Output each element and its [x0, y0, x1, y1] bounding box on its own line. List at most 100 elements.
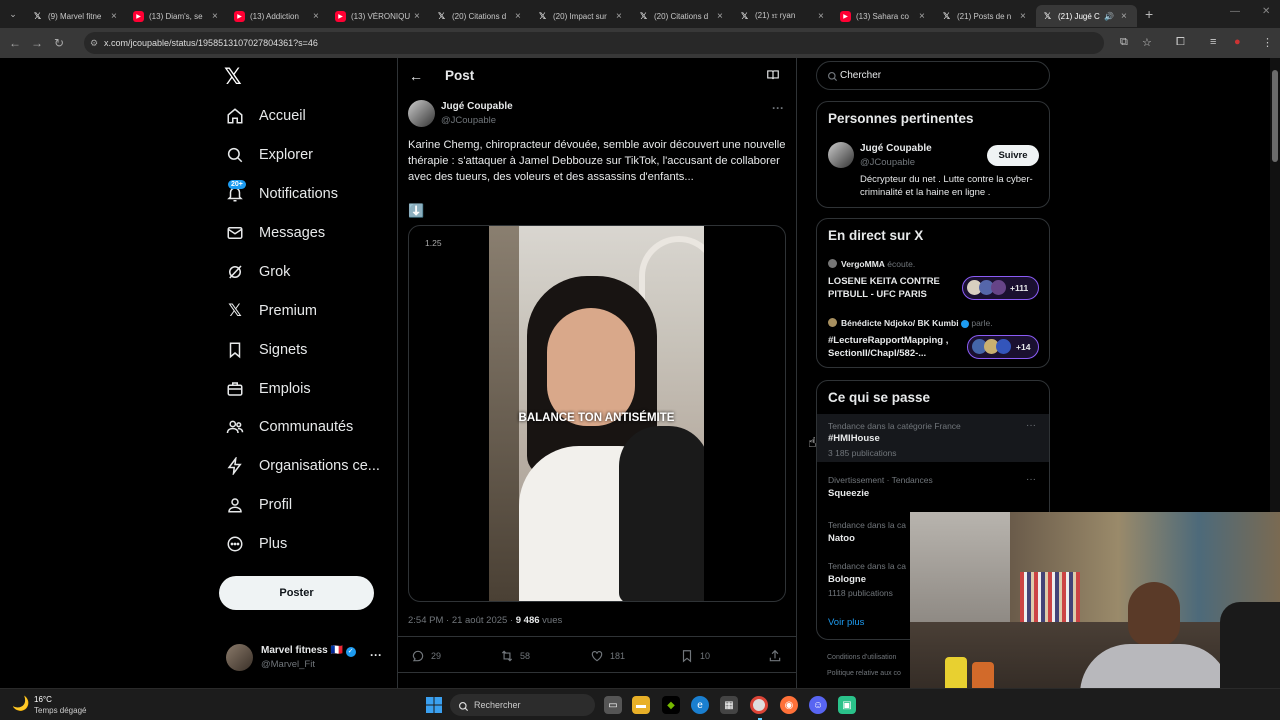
show-more-link[interactable]: Voir plus: [828, 617, 864, 628]
task-view-icon[interactable]: ▭: [604, 696, 622, 714]
profile-icon[interactable]: ●: [1234, 36, 1241, 48]
media-control-icon[interactable]: ≡: [1210, 36, 1216, 48]
sidebar-item-emplois[interactable]: Emplois: [218, 372, 311, 406]
post-more-icon[interactable]: ···: [772, 101, 784, 115]
browser-tab-active[interactable]: 𝕏 (21) Jugé C 🔊 ×: [1036, 5, 1137, 27]
discord-icon[interactable]: ☺: [809, 696, 827, 714]
browser-tab[interactable]: 𝕏 (21) Posts de n ×: [935, 5, 1036, 27]
scrollbar-thumb[interactable]: [1272, 70, 1278, 162]
chrome-icon[interactable]: [750, 696, 768, 714]
weather-temp[interactable]: 16°C: [34, 695, 52, 704]
footer-link[interactable]: Conditions d'utilisation: [827, 654, 896, 661]
close-tab-icon[interactable]: ×: [818, 11, 828, 22]
browser-tab[interactable]: 𝕏 (20) Citations d ×: [430, 5, 531, 27]
sidebar-item-grok[interactable]: Grok: [218, 255, 290, 289]
taskbar-search-input[interactable]: Rechercher: [474, 700, 521, 710]
back-arrow-icon[interactable]: ←: [409, 68, 423, 84]
repost-button[interactable]: 58: [500, 648, 530, 664]
search-box[interactable]: Chercher: [816, 61, 1050, 90]
tab-search-icon[interactable]: ⌄: [0, 0, 26, 28]
post-timestamp[interactable]: 2:54 PM · 21 août 2025 ·: [408, 615, 516, 626]
menu-kebab-icon[interactable]: ⋮: [1262, 36, 1273, 49]
search-input[interactable]: Chercher: [840, 70, 881, 81]
taskbar-search[interactable]: Rechercher: [450, 694, 595, 716]
sidebar-item-premium[interactable]: 𝕏 Premium: [218, 294, 317, 328]
browser-tab[interactable]: ▶ (13) Addiction ×: [228, 5, 329, 27]
forward-arrow-icon[interactable]: →: [26, 36, 48, 50]
file-explorer-icon[interactable]: ▬: [632, 696, 650, 714]
sidebar-item-plus[interactable]: Plus: [218, 527, 287, 561]
close-tab-icon[interactable]: ×: [919, 11, 929, 22]
x-logo-icon[interactable]: 𝕏: [224, 66, 246, 88]
close-tab-icon[interactable]: ×: [515, 11, 525, 22]
browser-tab[interactable]: ▶ (13) Sahara co ×: [834, 5, 935, 27]
trend-item[interactable]: Divertissement · Tendances Squeezie ···: [817, 471, 1049, 507]
close-tab-icon[interactable]: ×: [1020, 11, 1030, 22]
firefox-icon[interactable]: ◉: [780, 696, 798, 714]
person-name[interactable]: Jugé Coupable: [860, 143, 932, 154]
live-space-item[interactable]: Bénédicte Ndjoko/ BK Kumbi parle. #Lectu…: [817, 314, 1049, 366]
weather-icon[interactable]: 🌙: [12, 695, 29, 712]
reply-button[interactable]: 29: [411, 648, 441, 664]
author-name[interactable]: Jugé Coupable: [441, 101, 513, 112]
author-avatar[interactable]: [408, 100, 435, 127]
browser-tab[interactable]: 𝕏 (21) 𝔵𝔯 ryan ×: [733, 5, 834, 27]
star-icon[interactable]: ☆: [1142, 36, 1152, 49]
trend-item[interactable]: Tendance dans la catégorie France #HMIHo…: [817, 414, 1049, 462]
author-handle[interactable]: @JCoupable: [441, 115, 496, 126]
post-button[interactable]: Poster: [219, 576, 374, 610]
site-info-icon[interactable]: ⚙: [90, 32, 98, 54]
close-tab-icon[interactable]: ×: [717, 11, 727, 22]
browser-tab[interactable]: 𝕏 (9) Marvel fitne ×: [26, 5, 127, 27]
new-tab-button[interactable]: +: [1145, 6, 1153, 22]
more-dots-icon[interactable]: ···: [1026, 474, 1036, 485]
close-tab-icon[interactable]: ×: [111, 11, 121, 22]
sidebar-item-signets[interactable]: Signets: [218, 333, 307, 367]
close-window-icon[interactable]: ✕: [1262, 6, 1270, 17]
close-tab-icon[interactable]: ×: [616, 11, 626, 22]
close-tab-icon[interactable]: ×: [313, 11, 323, 22]
more-dots-icon[interactable]: ···: [1026, 420, 1036, 431]
windows-start-icon[interactable]: [425, 696, 443, 714]
live-listeners-pill[interactable]: +111: [962, 276, 1039, 300]
weather-desc[interactable]: Temps dégagé: [34, 706, 86, 715]
follow-button[interactable]: Suivre: [987, 145, 1039, 166]
browser-tab[interactable]: 𝕏 (20) Citations d ×: [632, 5, 733, 27]
sidebar-item-accueil[interactable]: Accueil: [218, 99, 306, 133]
install-app-icon[interactable]: ⧉: [1120, 36, 1128, 49]
sidebar-item-messages[interactable]: Messages: [218, 216, 325, 250]
speaker-icon[interactable]: 🔊: [1104, 12, 1114, 21]
share-button[interactable]: [768, 648, 782, 664]
nvidia-icon[interactable]: ◆: [662, 696, 680, 714]
sidebar-item-notifications[interactable]: 20+ Notifications: [218, 177, 338, 211]
close-tab-icon[interactable]: ×: [1121, 11, 1131, 22]
close-tab-icon[interactable]: ×: [414, 11, 424, 22]
sidebar-item-explorer[interactable]: Explorer: [218, 138, 313, 172]
reload-icon[interactable]: ↻: [48, 36, 70, 50]
back-arrow-icon[interactable]: ←: [4, 36, 26, 50]
video-player[interactable]: 1.25 BALANCE TON ANTISÉMITE: [408, 225, 786, 602]
live-listeners-pill[interactable]: +14: [967, 335, 1039, 359]
extensions-icon[interactable]: ⧠: [1176, 36, 1185, 49]
like-button[interactable]: 181: [590, 648, 625, 664]
close-tab-icon[interactable]: ×: [212, 11, 222, 22]
minimize-icon[interactable]: —: [1230, 6, 1240, 17]
avatar[interactable]: [828, 142, 854, 168]
browser-tab[interactable]: ▶ (13) Diam's, se ×: [127, 5, 228, 27]
url-field[interactable]: ⚙ x.com/jcoupable/status/1958513107027804…: [84, 32, 1104, 54]
live-space-item[interactable]: VergoMMA écoute. LOSENE KEITA CONTRE PIT…: [817, 255, 1049, 307]
footer-link[interactable]: Politique relative aux co: [827, 670, 901, 677]
app-icon[interactable]: ▣: [838, 696, 856, 714]
reader-mode-icon[interactable]: [766, 68, 780, 87]
more-dots-icon[interactable]: ···: [370, 648, 382, 662]
video-frame[interactable]: BALANCE TON ANTISÉMITE: [489, 226, 704, 601]
edge-icon[interactable]: e: [691, 696, 709, 714]
browser-tab[interactable]: ▶ (13) VÉRONIQU ×: [329, 5, 430, 27]
sidebar-item-organisations[interactable]: Organisations ce...: [218, 449, 380, 483]
sidebar-item-communautes[interactable]: Communautés: [218, 410, 353, 444]
browser-tab[interactable]: 𝕏 (20) Impact sur ×: [531, 5, 632, 27]
bookmark-button[interactable]: 10: [680, 648, 710, 664]
account-switcher[interactable]: Marvel fitness 🇫🇷 ✓ @Marvel_Fit ···: [226, 642, 396, 682]
person-handle[interactable]: @JCoupable: [860, 157, 915, 168]
sidebar-item-profil[interactable]: Profil: [218, 488, 292, 522]
